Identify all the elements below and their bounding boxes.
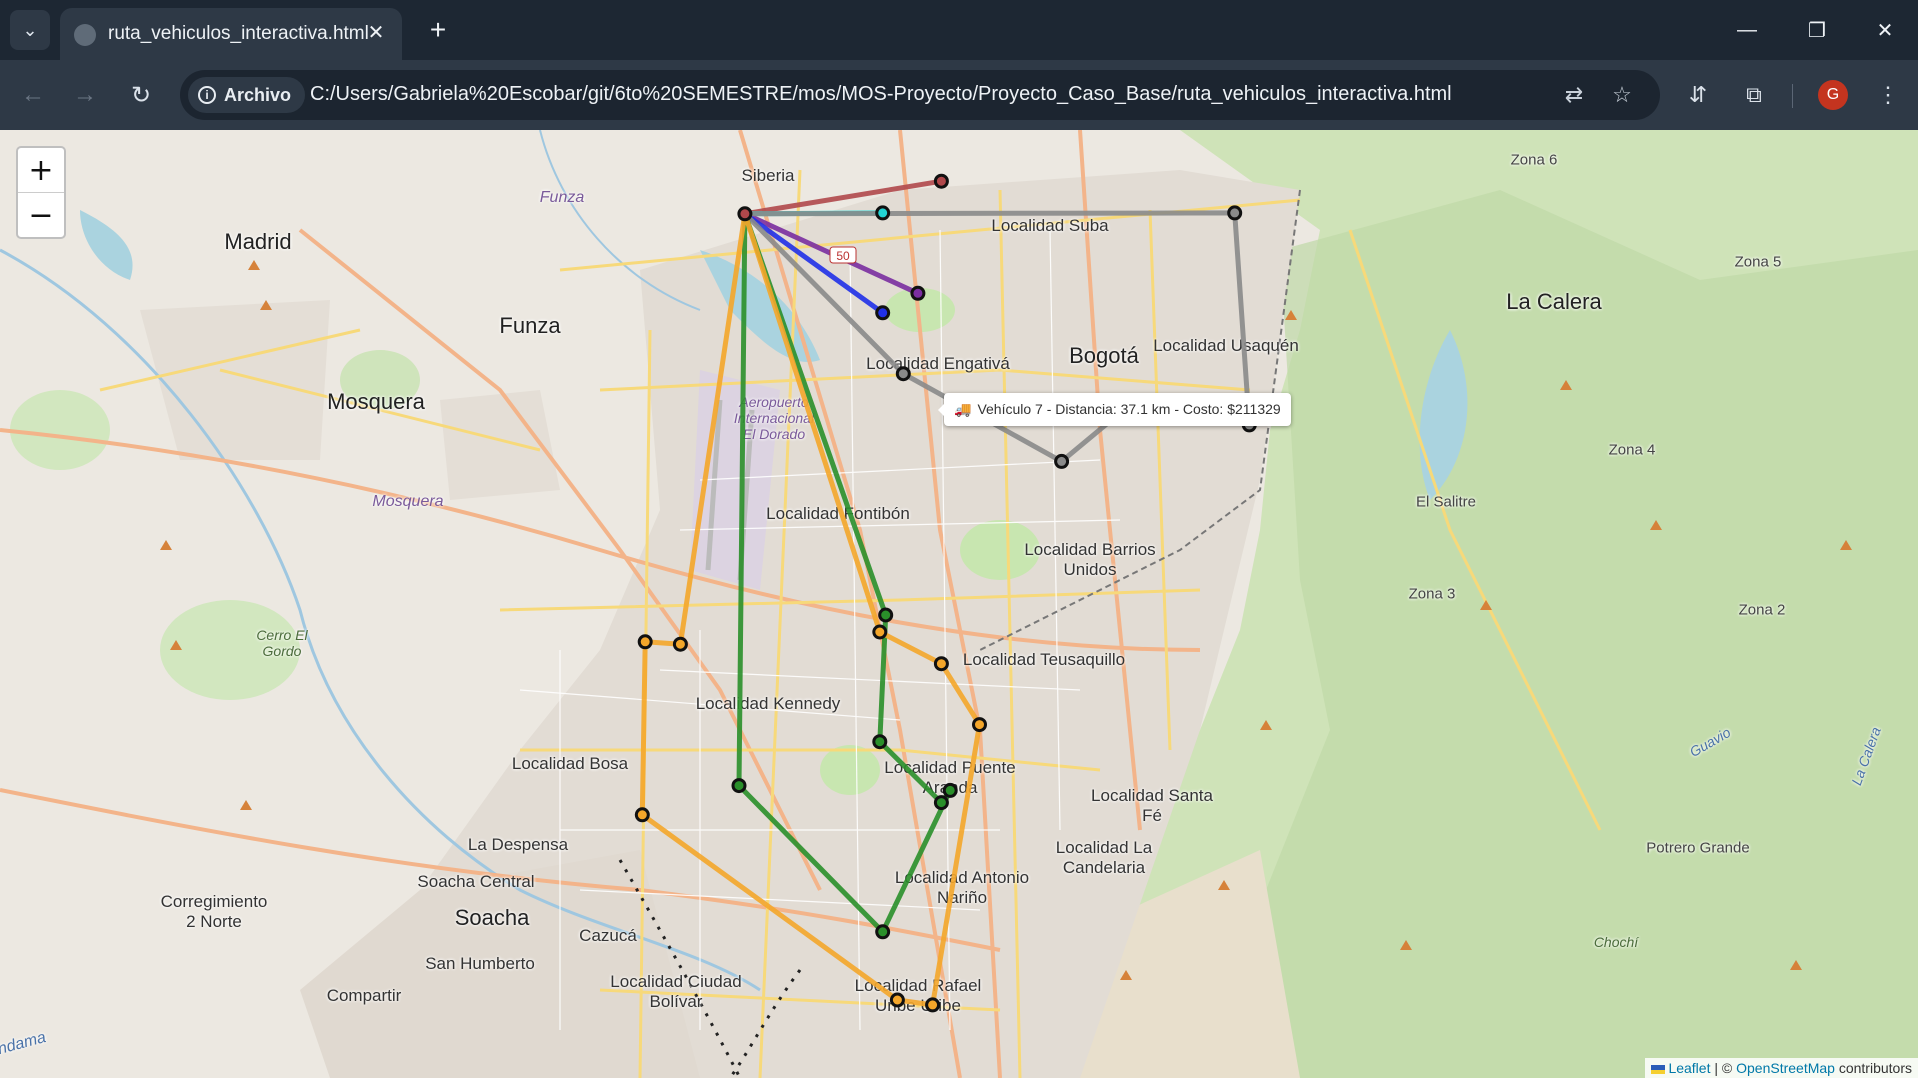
browser-toolbar: ← → ↻ i Archivo C:/Users/Gabriela%20Esco… bbox=[0, 60, 1918, 130]
menu-kebab-icon[interactable]: ⋮ bbox=[1870, 77, 1906, 113]
browser-tab-strip: ⌄ ruta_vehiculos_interactiva.html ✕ + — … bbox=[0, 0, 1918, 60]
route-stop-marker[interactable] bbox=[737, 206, 753, 222]
attribution-suffix: contributors bbox=[1834, 1060, 1912, 1076]
security-chip[interactable]: i Archivo bbox=[188, 77, 306, 113]
route-stop-marker[interactable] bbox=[637, 634, 653, 650]
reload-button[interactable]: ↻ bbox=[122, 76, 160, 114]
osm-link[interactable]: OpenStreetMap bbox=[1736, 1060, 1835, 1076]
route-stop-marker[interactable] bbox=[1054, 453, 1070, 469]
forward-button[interactable]: → bbox=[66, 76, 104, 114]
route-blue[interactable] bbox=[743, 211, 885, 315]
route-stop-marker[interactable] bbox=[972, 717, 987, 733]
tab-search-button[interactable]: ⌄ bbox=[10, 10, 50, 50]
route-stop-marker[interactable] bbox=[933, 795, 949, 811]
route-stop-marker[interactable] bbox=[942, 782, 958, 798]
route-stop-marker[interactable] bbox=[672, 636, 688, 652]
route-stop-marker[interactable] bbox=[925, 997, 941, 1013]
route-stop-marker[interactable] bbox=[878, 607, 894, 623]
route-stop-marker[interactable] bbox=[933, 173, 949, 189]
route-stop-marker[interactable] bbox=[875, 205, 891, 221]
map-container[interactable]: Siberia Funza Madrid Funza Mosquera Mosq… bbox=[0, 130, 1918, 1078]
zoom-out-button[interactable]: − bbox=[18, 192, 64, 237]
road-shield: 50 bbox=[829, 246, 857, 264]
route-stop-marker[interactable] bbox=[872, 734, 888, 750]
route-dark-red[interactable] bbox=[744, 178, 942, 217]
tab-groups-icon[interactable]: ⇵ bbox=[1680, 77, 1716, 113]
route-stop-marker[interactable] bbox=[1227, 205, 1243, 221]
leaflet-flag-icon bbox=[1651, 1064, 1666, 1074]
globe-icon bbox=[74, 24, 96, 46]
toolbar-divider bbox=[1792, 84, 1793, 108]
map-attribution: Leaflet | © OpenStreetMap contributors bbox=[1645, 1058, 1918, 1078]
url-text[interactable]: C:/Users/Gabriela%20Escobar/git/6to%20SE… bbox=[310, 83, 1452, 106]
route-stop-marker[interactable] bbox=[910, 285, 926, 301]
route-overlay[interactable]: 50 bbox=[0, 130, 1918, 1078]
restore-button[interactable]: ❐ bbox=[1794, 10, 1840, 50]
back-button[interactable]: ← bbox=[14, 76, 52, 114]
route-orange[interactable] bbox=[639, 213, 982, 1008]
route-stop-marker[interactable] bbox=[634, 807, 650, 823]
close-tab-icon[interactable]: ✕ bbox=[362, 18, 390, 46]
minimize-button[interactable]: — bbox=[1724, 10, 1770, 50]
leaflet-link[interactable]: Leaflet bbox=[1668, 1060, 1710, 1076]
address-bar[interactable]: i Archivo C:/Users/Gabriela%20Escobar/gi… bbox=[180, 70, 1660, 120]
truck-icon: 🚚 bbox=[954, 401, 972, 417]
route-stop-marker[interactable] bbox=[875, 305, 891, 321]
route-stop-marker[interactable] bbox=[933, 656, 949, 672]
bookmark-star-icon[interactable]: ☆ bbox=[1606, 79, 1638, 111]
route-stop-marker[interactable] bbox=[875, 924, 891, 940]
route-tooltip-text: Vehículo 7 - Distancia: 37.1 km - Costo:… bbox=[977, 401, 1281, 417]
chevron-down-icon: ⌄ bbox=[22, 19, 38, 40]
translate-icon[interactable]: ⇄ bbox=[1558, 79, 1590, 111]
security-chip-label: Archivo bbox=[224, 84, 292, 105]
info-icon: i bbox=[198, 86, 216, 104]
new-tab-button[interactable]: + bbox=[420, 12, 456, 48]
zoom-control: + − bbox=[16, 146, 66, 239]
route-stop-marker[interactable] bbox=[895, 366, 911, 382]
route-stop-marker[interactable] bbox=[872, 624, 888, 640]
route-tooltip: 🚚 Vehículo 7 - Distancia: 37.1 km - Costo… bbox=[938, 393, 1291, 426]
zoom-in-button[interactable]: + bbox=[18, 148, 64, 192]
tab-title: ruta_vehiculos_interactiva.html bbox=[108, 23, 369, 44]
road-shield-label: 50 bbox=[836, 249, 850, 263]
close-window-button[interactable]: ✕ bbox=[1862, 10, 1908, 50]
attribution-separator: | © bbox=[1710, 1060, 1737, 1076]
tab-active[interactable]: ruta_vehiculos_interactiva.html ✕ bbox=[60, 8, 402, 60]
profile-avatar[interactable]: G bbox=[1818, 80, 1848, 110]
route-green[interactable] bbox=[736, 212, 953, 935]
route-stop-marker[interactable] bbox=[731, 778, 747, 794]
route-stop-marker[interactable] bbox=[889, 992, 905, 1008]
extensions-icon[interactable]: ⧉ bbox=[1736, 77, 1772, 113]
